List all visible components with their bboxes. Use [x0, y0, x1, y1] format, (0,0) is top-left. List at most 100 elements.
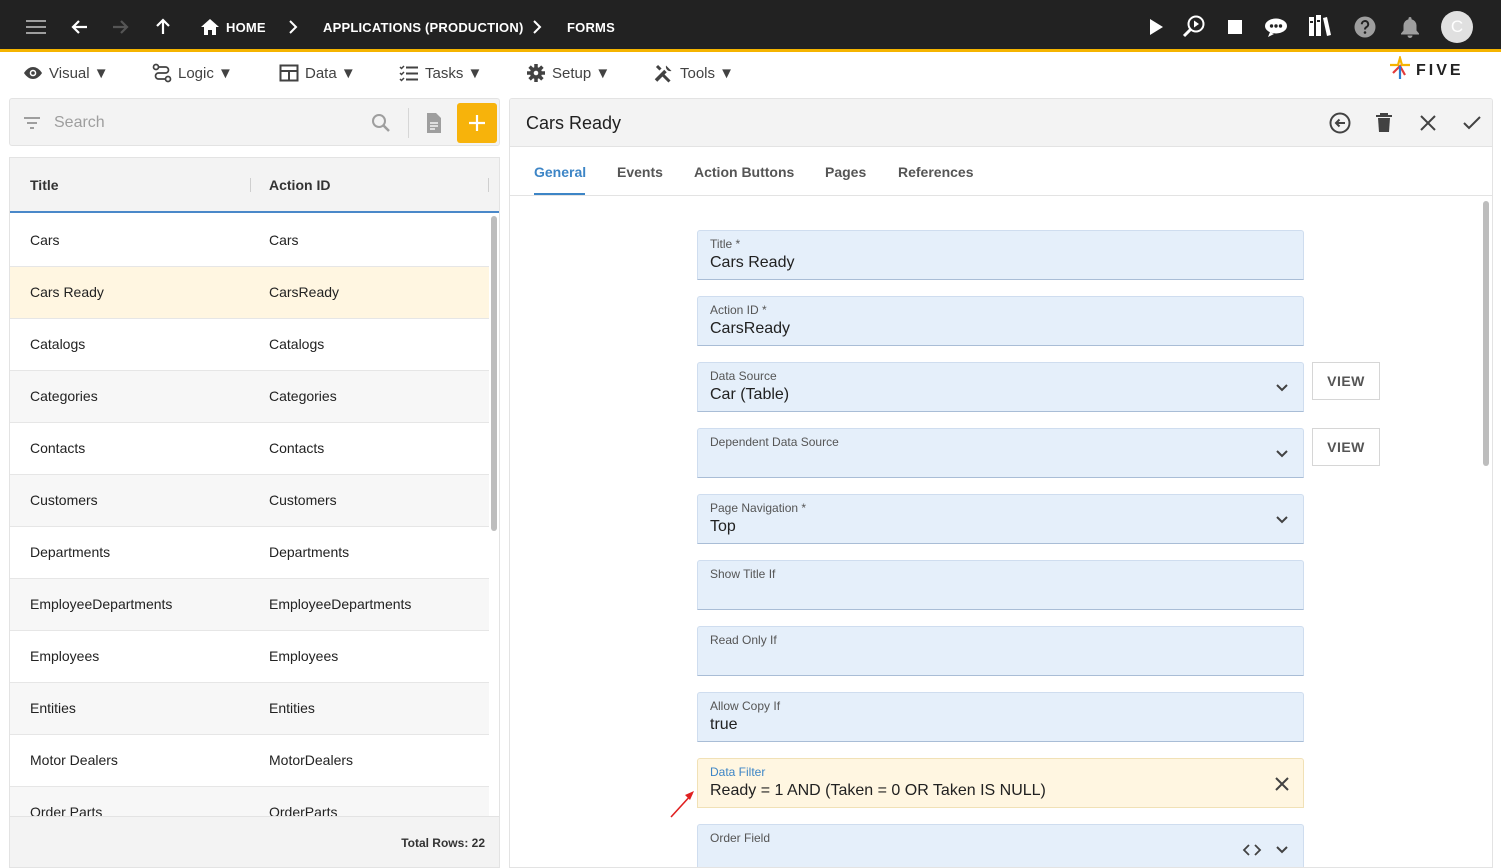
cell-action-id: MotorDealers [269, 752, 354, 768]
table-row[interactable]: Catalogs Catalogs [10, 319, 489, 371]
title-field[interactable]: Title * Cars Ready [697, 230, 1304, 280]
table-row[interactable]: Categories Categories [10, 371, 489, 423]
user-avatar[interactable]: C [1441, 11, 1473, 43]
menu-tasks[interactable]: Tasks ▼ [399, 61, 482, 85]
annotation-arrow-icon [670, 791, 694, 818]
document-icon[interactable] [424, 112, 444, 134]
menu-data[interactable]: Data ▼ [279, 61, 356, 85]
field-label: Data Filter [710, 765, 766, 779]
breadcrumb-home[interactable]: HOME [226, 20, 266, 35]
forms-list: Title Action ID Cars Cars Cars Ready CarsR… [9, 157, 500, 868]
chevron-right-icon [525, 15, 549, 39]
table-row-selected[interactable]: Cars Ready CarsReady [10, 267, 489, 319]
table-row[interactable]: Customers Customers [10, 475, 489, 527]
menu-logic-label: Logic ▼ [178, 64, 233, 82]
forward-arrow-icon[interactable] [108, 15, 132, 39]
chevron-down-icon[interactable] [1271, 443, 1293, 465]
tab-general[interactable]: General [534, 164, 586, 180]
save-button[interactable] [1460, 111, 1484, 135]
chevron-down-icon[interactable] [1271, 509, 1293, 531]
checklist-icon [399, 65, 418, 82]
back-arrow-icon[interactable] [68, 15, 92, 39]
detail-header: Cars Ready [510, 99, 1492, 147]
tab-action-buttons[interactable]: Action Buttons [694, 164, 794, 180]
field-value: Car (Table) [710, 386, 790, 403]
search-input[interactable] [54, 112, 354, 134]
dependent-data-source-view-button[interactable]: VIEW [1312, 428, 1380, 466]
data-source-view-button[interactable]: VIEW [1312, 362, 1380, 400]
order-field-select[interactable]: Order Field [697, 824, 1304, 867]
data-source-select[interactable]: Data Source Car (Table) [697, 362, 1304, 412]
history-back-icon [1329, 112, 1351, 134]
table-row[interactable]: Contacts Contacts [10, 423, 489, 475]
search-icon[interactable] [371, 113, 391, 133]
trash-icon [1376, 113, 1392, 132]
column-header-action-id[interactable]: Action ID [269, 177, 330, 193]
allow-copy-if-field[interactable]: Allow Copy If true [697, 692, 1304, 742]
field-label: Dependent Data Source [710, 435, 839, 449]
hamburger-menu-icon[interactable] [24, 15, 48, 39]
menu-tools-label: Tools ▼ [680, 64, 735, 82]
chevron-down-icon[interactable] [1271, 377, 1293, 399]
chevron-down-icon[interactable] [1271, 839, 1293, 861]
table-row[interactable]: EmployeeDepartments EmployeeDepartments [10, 579, 489, 631]
history-button[interactable] [1328, 111, 1352, 135]
menu-data-label: Data ▼ [305, 64, 356, 82]
field-label: Action ID * [710, 303, 767, 317]
menu-visual[interactable]: Visual ▼ [23, 61, 109, 85]
gear-icon [527, 64, 545, 82]
breadcrumb-applications[interactable]: APPLICATIONS (PRODUCTION) [323, 20, 523, 35]
close-button[interactable] [1416, 111, 1440, 135]
table-row[interactable]: Motor Dealers MotorDealers [10, 735, 489, 787]
table-row[interactable]: Cars Cars [10, 215, 489, 267]
breadcrumb-forms[interactable]: FORMS [567, 20, 615, 35]
table-row[interactable]: Departments Departments [10, 527, 489, 579]
data-filter-field[interactable]: Data Filter Ready = 1 AND (Taken = 0 OR … [697, 758, 1304, 808]
chat-bot-icon[interactable] [1264, 15, 1288, 39]
active-tab-indicator [534, 193, 585, 195]
up-arrow-icon[interactable] [151, 15, 175, 39]
add-button[interactable] [457, 103, 497, 143]
dependent-data-source-select[interactable]: Dependent Data Source [697, 428, 1304, 478]
stop-icon[interactable] [1223, 15, 1247, 39]
home-icon[interactable] [198, 15, 222, 39]
library-icon[interactable] [1308, 14, 1332, 38]
menu-tools[interactable]: Tools ▼ [654, 61, 734, 85]
tab-events[interactable]: Events [617, 164, 663, 180]
column-resize-handle[interactable] [250, 178, 251, 192]
column-header-title[interactable]: Title [30, 177, 59, 193]
clear-icon[interactable] [1271, 773, 1293, 795]
cell-title: Categories [30, 388, 98, 404]
menu-setup-label: Setup ▼ [552, 64, 611, 82]
form-scrollbar[interactable] [1483, 201, 1489, 466]
play-icon[interactable] [1144, 15, 1168, 39]
cell-title: Contacts [30, 440, 86, 456]
cell-title: Employees [30, 648, 100, 664]
cell-title: Customers [30, 492, 98, 508]
menu-logic[interactable]: Logic ▼ [152, 61, 233, 85]
table-row[interactable]: Entities Entities [10, 683, 489, 735]
menu-setup[interactable]: Setup ▼ [526, 61, 610, 85]
field-label: Page Navigation * [710, 501, 807, 515]
eye-icon [24, 67, 42, 79]
page-navigation-select[interactable]: Page Navigation * Top [697, 494, 1304, 544]
cell-action-id: Categories [269, 388, 337, 404]
list-scrollbar[interactable] [491, 216, 497, 531]
detail-title: Cars Ready [526, 113, 622, 133]
show-title-if-field[interactable]: Show Title If [697, 560, 1304, 610]
help-icon[interactable] [1353, 15, 1377, 39]
cell-title: Motor Dealers [30, 752, 118, 768]
read-only-if-field[interactable]: Read Only If [697, 626, 1304, 676]
tab-references[interactable]: References [898, 164, 974, 180]
delete-button[interactable] [1372, 111, 1396, 135]
code-icon[interactable] [1241, 839, 1263, 861]
tab-pages[interactable]: Pages [825, 164, 866, 180]
table-row[interactable]: Employees Employees [10, 631, 489, 683]
action-id-field[interactable]: Action ID * CarsReady [697, 296, 1304, 346]
column-resize-handle[interactable] [488, 178, 489, 192]
detail-tabs: General Events Action Buttons Pages Refe… [510, 148, 1492, 196]
debug-search-icon[interactable] [1182, 14, 1206, 38]
cell-title: Cars [30, 232, 60, 248]
filter-icon[interactable] [22, 113, 42, 133]
bell-icon[interactable] [1398, 15, 1422, 39]
